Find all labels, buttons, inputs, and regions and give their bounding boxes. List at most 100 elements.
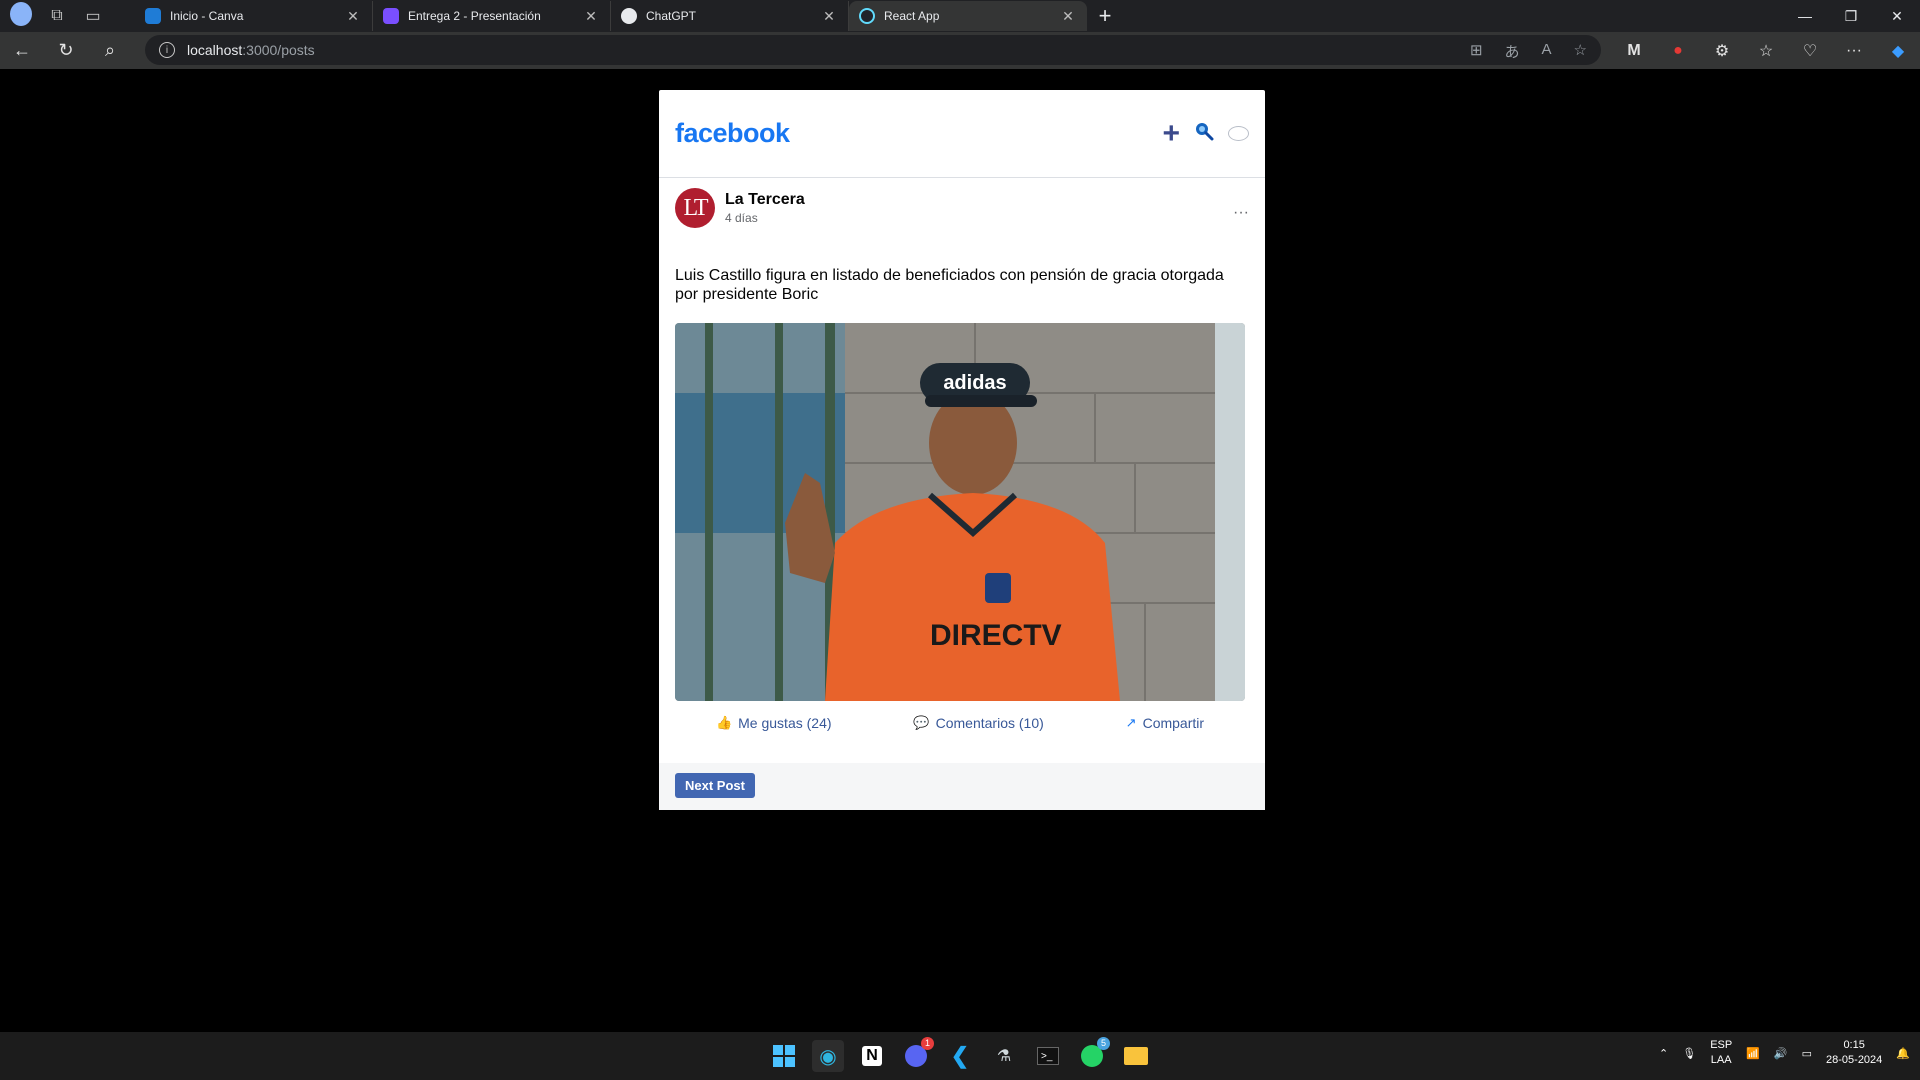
tab-react-app[interactable]: React App ✕ <box>849 1 1087 31</box>
post-header: LT La Tercera 4 días ··· <box>659 178 1265 238</box>
tab-chatgpt[interactable]: ChatGPT ✕ <box>611 1 849 31</box>
extension-red-icon[interactable]: ● <box>1656 42 1700 60</box>
site-info-icon[interactable]: i <box>159 42 175 58</box>
close-tab-icon[interactable]: ✕ <box>820 8 838 25</box>
wifi-icon[interactable]: 📶 <box>1746 1047 1760 1060</box>
cap-logo-text: adidas <box>943 372 1006 394</box>
new-tab-button[interactable]: + <box>1087 3 1123 29</box>
notion-taskbar-button[interactable]: N <box>856 1040 888 1072</box>
more-menu-icon[interactable]: ··· <box>1832 42 1876 60</box>
discord-badge: 1 <box>921 1037 934 1050</box>
restore-icon[interactable]: ❐ <box>1828 0 1874 32</box>
system-tray: ⌃ 🎙 ESP LAA 📶 🔊 ▭ 0:15 28-05-2024 🔔 <box>1659 1038 1910 1068</box>
close-window-icon[interactable]: ✕ <box>1874 0 1920 32</box>
post-card: facebook + LT La Tercera 4 días ··· Luis… <box>659 90 1265 810</box>
app-header: facebook + <box>659 90 1265 178</box>
comment-button[interactable]: 💬 Comentarios (10) <box>913 715 1043 731</box>
post-photo-illustration: adidas DIRECTV <box>675 323 1245 701</box>
search-icon[interactable] <box>1194 121 1214 147</box>
minimize-icon[interactable]: — <box>1782 0 1828 32</box>
translate-icon[interactable]: あ <box>1505 41 1520 62</box>
clock-date: 28-05-2024 <box>1826 1054 1883 1066</box>
messages-icon[interactable] <box>1228 126 1249 141</box>
post-image[interactable]: adidas DIRECTV <box>675 323 1245 701</box>
url-host: localhost <box>187 42 243 58</box>
url-field[interactable]: i localhost:3000/posts ⊞ あ A ☆ <box>145 35 1601 65</box>
tray-overflow-icon[interactable]: ⌃ <box>1659 1047 1668 1060</box>
like-button[interactable]: 👍 Me gustas (24) <box>716 715 832 731</box>
favorite-star-icon[interactable]: ☆ <box>1574 41 1587 62</box>
canva-favicon-icon <box>145 8 161 24</box>
tab-title: React App <box>884 9 940 23</box>
notifications-icon[interactable]: 🔔 <box>1896 1047 1910 1060</box>
whatsapp-badge: 5 <box>1097 1037 1110 1050</box>
tab-presentacion[interactable]: Entrega 2 - Presentación ✕ <box>373 1 611 31</box>
share-icon: ↗ <box>1125 715 1137 730</box>
close-tab-icon[interactable]: ✕ <box>1059 8 1077 25</box>
extensions-icon[interactable]: ⚙ <box>1700 41 1744 61</box>
clock[interactable]: 0:15 28-05-2024 <box>1826 1038 1882 1068</box>
like-label: Me gustas (24) <box>738 715 832 731</box>
chatgpt-favicon-icon <box>621 8 637 24</box>
battery-icon[interactable]: ▭ <box>1802 1047 1812 1060</box>
comment-icon: 💬 <box>913 715 930 730</box>
explorer-taskbar-button[interactable] <box>1120 1040 1152 1072</box>
app-available-icon[interactable]: ⊞ <box>1470 41 1483 62</box>
edge-icon: ◉ <box>819 1045 837 1068</box>
next-post-button[interactable]: Next Post <box>675 773 755 798</box>
facebook-logo[interactable]: facebook <box>675 118 1162 149</box>
terminal-taskbar-button[interactable]: >_ <box>1032 1040 1064 1072</box>
extensions-bar: M ● ⚙ ☆ ♡ ··· ◆ <box>1612 32 1920 69</box>
presentation-favicon-icon <box>383 8 399 24</box>
tab-strip-actions: ⧉ ▭ <box>0 1 135 31</box>
refresh-icon[interactable]: ↻ <box>44 40 88 61</box>
collections-icon[interactable]: ♡ <box>1788 41 1832 61</box>
windows-logo-icon <box>773 1045 795 1067</box>
post-author[interactable]: La Tercera <box>725 191 805 209</box>
window-controls: — ❐ ✕ <box>1782 0 1920 32</box>
tab-title: Inicio - Canva <box>170 9 244 23</box>
start-button[interactable] <box>768 1040 800 1072</box>
vscode-taskbar-button[interactable]: ❮ <box>944 1040 976 1072</box>
close-tab-icon[interactable]: ✕ <box>344 8 362 25</box>
microphone-icon[interactable]: 🎙 <box>1682 1047 1696 1060</box>
profile-avatar[interactable] <box>10 1 32 31</box>
app-icon: ⚗ <box>996 1048 1012 1065</box>
comment-label: Comentarios (10) <box>935 715 1044 731</box>
thumbs-up-icon: 👍 <box>715 715 733 730</box>
volume-icon[interactable]: 🔊 <box>1774 1047 1788 1060</box>
app-taskbar-button[interactable]: ⚗ <box>988 1040 1020 1072</box>
more-options-icon[interactable]: ··· <box>1233 204 1249 222</box>
vertical-tabs-icon[interactable]: ▭ <box>82 6 104 26</box>
os-taskbar: ◉ N 1 ❮ ⚗ >_ 5 ⌃ 🎙 ESP LAA 📶 🔊 ▭ 0:15 28… <box>0 1032 1920 1080</box>
post-footer: Next Post <box>659 763 1265 810</box>
add-icon[interactable]: + <box>1162 118 1180 149</box>
language-indicator[interactable]: ESP LAA <box>1710 1038 1732 1068</box>
back-icon[interactable]: ← <box>0 40 44 61</box>
taskbar-apps: ◉ N 1 ❮ ⚗ >_ 5 <box>768 1037 1152 1072</box>
folder-icon <box>1124 1047 1148 1065</box>
tab-title: Entrega 2 - Presentación <box>408 9 541 23</box>
favorites-icon[interactable]: ☆ <box>1744 41 1788 61</box>
url-path: :3000/posts <box>242 42 315 58</box>
vscode-icon: ❮ <box>950 1043 970 1068</box>
tab-title: ChatGPT <box>646 9 697 23</box>
workspaces-icon[interactable]: ⧉ <box>46 7 68 25</box>
extension-m-icon[interactable]: M <box>1612 42 1656 60</box>
edge-taskbar-button[interactable]: ◉ <box>812 1040 844 1072</box>
read-aloud-icon[interactable]: A <box>1542 41 1552 62</box>
address-toolbar: ← ↻ ⌕ i localhost:3000/posts ⊞ あ A ☆ M ●… <box>0 32 1920 69</box>
notion-icon: N <box>862 1046 882 1066</box>
page-viewport: facebook + LT La Tercera 4 días ··· Luis… <box>4 70 1916 1028</box>
avatar[interactable]: LT <box>675 188 715 228</box>
share-button[interactable]: ↗ Compartir <box>1126 715 1204 731</box>
tab-canva[interactable]: Inicio - Canva ✕ <box>135 1 373 31</box>
post-timestamp: 4 días <box>725 211 758 225</box>
search-icon[interactable]: ⌕ <box>88 40 132 61</box>
discord-taskbar-button[interactable]: 1 <box>900 1037 934 1072</box>
close-tab-icon[interactable]: ✕ <box>582 8 600 25</box>
tab-strip: ⧉ ▭ Inicio - Canva ✕ Entrega 2 - Present… <box>0 0 1920 32</box>
copilot-icon[interactable]: ◆ <box>1876 41 1920 61</box>
whatsapp-taskbar-button[interactable]: 5 <box>1076 1037 1110 1072</box>
omnibox-actions: ⊞ あ A ☆ <box>1470 41 1587 62</box>
